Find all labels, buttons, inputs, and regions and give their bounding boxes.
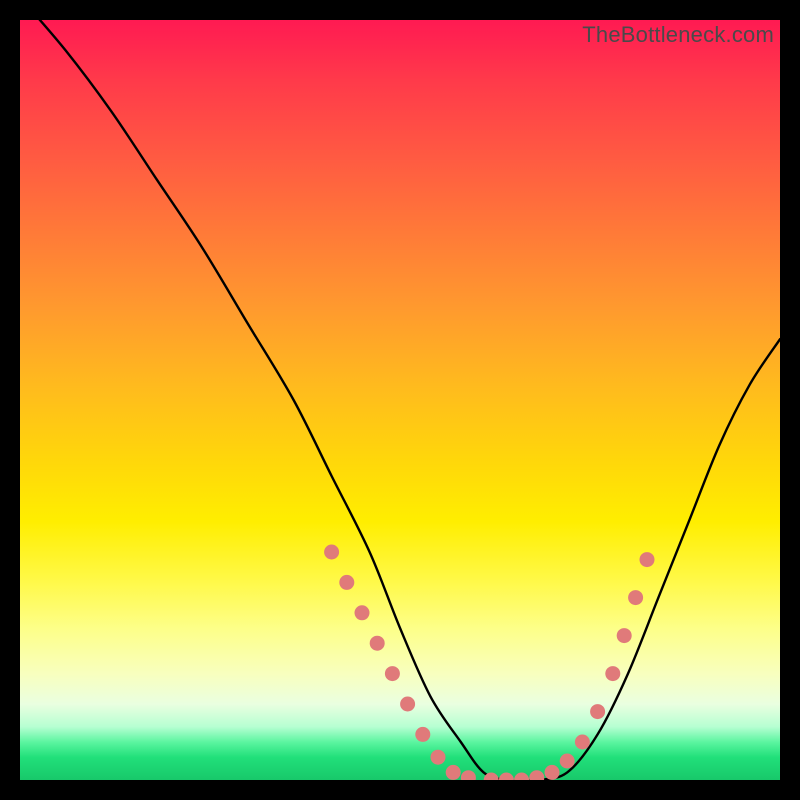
marker-dot xyxy=(461,770,476,780)
marker-dot xyxy=(499,773,514,781)
marker-dot xyxy=(605,666,620,681)
marker-dot xyxy=(385,666,400,681)
marker-dot xyxy=(324,545,339,560)
marker-dot xyxy=(355,605,370,620)
marker-group xyxy=(324,545,654,781)
marker-dot xyxy=(514,773,529,781)
watermark-text: TheBottleneck.com xyxy=(582,22,774,48)
marker-dot xyxy=(339,575,354,590)
marker-dot xyxy=(545,765,560,780)
marker-dot xyxy=(560,754,575,769)
marker-dot xyxy=(617,628,632,643)
marker-dot xyxy=(529,770,544,780)
marker-dot xyxy=(640,552,655,567)
marker-dot xyxy=(590,704,605,719)
marker-dot xyxy=(446,765,461,780)
marker-dot xyxy=(370,636,385,651)
marker-dot xyxy=(575,735,590,750)
marker-dot xyxy=(431,750,446,765)
marker-dot xyxy=(415,727,430,742)
chart-frame: TheBottleneck.com xyxy=(20,20,780,780)
marker-dot xyxy=(628,590,643,605)
marker-dot xyxy=(400,697,415,712)
chart-svg xyxy=(20,20,780,780)
curve-path xyxy=(20,20,780,780)
